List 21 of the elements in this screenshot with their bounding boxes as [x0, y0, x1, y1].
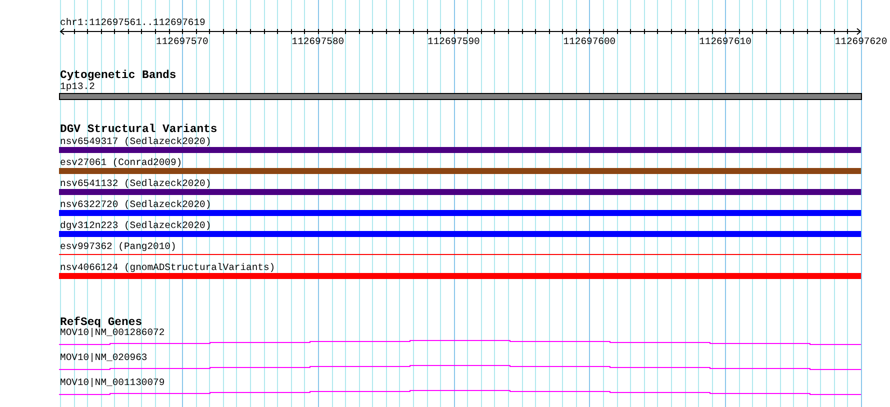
band-label: 1p13.2 [60, 81, 95, 92]
transcript-label: MOV10|NM_001286072 [60, 327, 165, 338]
variant-label: esv27061 (Conrad2009) [60, 157, 182, 168]
location-label: chr1:112697561..112697619 [60, 17, 206, 28]
variant-label: nsv4066124 (gnomADStructuralVariants) [60, 262, 276, 273]
tick-label: 112697570 [156, 36, 208, 47]
transcript-label: MOV10|NM_020963 [60, 352, 148, 363]
tick-label: 112697600 [563, 36, 616, 47]
tick-label: 112697580 [292, 36, 344, 47]
variant-label: nsv6549317 (Sedlazeck2020) [60, 136, 212, 147]
tick-label: 112697620 [834, 36, 888, 47]
variant-label: nsv6322720 (Sedlazeck2020) [60, 199, 212, 210]
variant-label: dgv312n223 (Sedlazeck2020) [60, 220, 212, 231]
transcript-label: MOV10|NM_001130079 [60, 377, 165, 388]
track-title: Cytogenetic Bands [60, 70, 176, 82]
tick-label: 112697610 [699, 36, 752, 47]
tick-label: 112697590 [428, 36, 480, 47]
track-title: DGV Structural Variants [60, 124, 218, 136]
variant-label: nsv6541132 (Sedlazeck2020) [60, 178, 212, 189]
track-title: RefSeq Genes [60, 317, 142, 329]
variant-label: esv997362 (Pang2010) [60, 241, 176, 252]
